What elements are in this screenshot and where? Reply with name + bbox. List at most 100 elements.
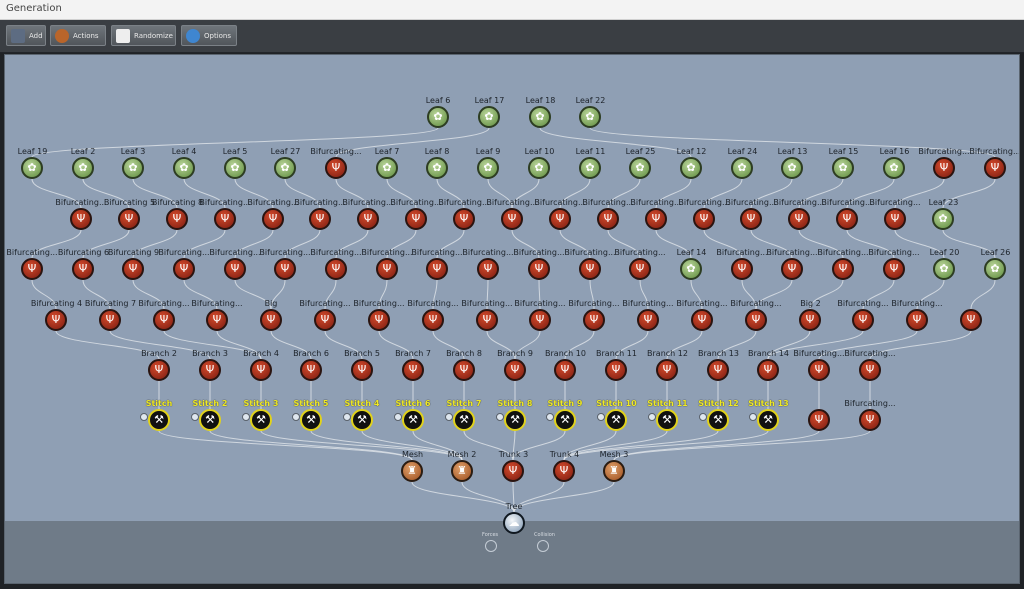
row4-node-12[interactable]: Ψ <box>629 258 651 280</box>
row7-node-7[interactable]: ⚒ <box>504 409 526 431</box>
row2-node-18[interactable]: Ψ <box>933 157 955 179</box>
row7-node-12[interactable]: ⚒ <box>757 409 779 431</box>
row5-node-10[interactable]: Ψ <box>583 309 605 331</box>
row7-node-0[interactable]: ⚒ <box>148 409 170 431</box>
row6-node-2[interactable]: Ψ <box>250 359 272 381</box>
row2-node-12[interactable]: ✿ <box>629 157 651 179</box>
row5-node-11[interactable]: Ψ <box>637 309 659 331</box>
row4-node-9[interactable]: Ψ <box>477 258 499 280</box>
node-graph-canvas[interactable]: ✿ Leaf 6 ✿ Leaf 17 ✿ Leaf 18 ✿ Leaf 22 ✿ Leaf 19 ✿… <box>4 54 1020 584</box>
row5-node-12[interactable]: Ψ <box>691 309 713 331</box>
row3-node-9[interactable]: Ψ <box>501 208 523 230</box>
row2-node-13[interactable]: ✿ <box>680 157 702 179</box>
row5-node-14[interactable]: Ψ <box>799 309 821 331</box>
info-icon[interactable] <box>242 413 250 421</box>
row8-node-4[interactable]: ♜ <box>603 460 625 482</box>
row3-node-7[interactable]: Ψ <box>405 208 427 230</box>
row2-node-6[interactable]: Ψ <box>325 157 347 179</box>
row7-node-6[interactable]: ⚒ <box>453 409 475 431</box>
add-button[interactable]: Add <box>6 25 46 46</box>
row6-node-7[interactable]: Ψ <box>504 359 526 381</box>
row7-node-2[interactable]: ⚒ <box>250 409 272 431</box>
row4-node-17[interactable]: Ψ <box>883 258 905 280</box>
row4-node-2[interactable]: Ψ <box>122 258 144 280</box>
row2-node-19[interactable]: Ψ <box>984 157 1006 179</box>
row3-node-6[interactable]: Ψ <box>357 208 379 230</box>
row7-node-8[interactable]: ⚒ <box>554 409 576 431</box>
info-icon[interactable] <box>445 413 453 421</box>
row3-node-1[interactable]: Ψ <box>118 208 140 230</box>
row6-node-9[interactable]: Ψ <box>605 359 627 381</box>
row5-node-5[interactable]: Ψ <box>314 309 336 331</box>
row7-node-9[interactable]: ⚒ <box>605 409 627 431</box>
row4-node-6[interactable]: Ψ <box>325 258 347 280</box>
collision-icon[interactable] <box>537 540 549 552</box>
row6-node-10[interactable]: Ψ <box>656 359 678 381</box>
row6-node-13[interactable]: Ψ <box>808 359 830 381</box>
row3-node-2[interactable]: Ψ <box>166 208 188 230</box>
leafTop-node-2[interactable]: ✿ <box>529 106 551 128</box>
row2-node-7[interactable]: ✿ <box>376 157 398 179</box>
row5-node-0[interactable]: Ψ <box>45 309 67 331</box>
row2-node-1[interactable]: ✿ <box>72 157 94 179</box>
row7-node-4[interactable]: ⚒ <box>351 409 373 431</box>
row5-node-4[interactable]: Ψ <box>260 309 282 331</box>
row4-node-3[interactable]: Ψ <box>173 258 195 280</box>
row6-node-8[interactable]: Ψ <box>554 359 576 381</box>
row5-node-7[interactable]: Ψ <box>422 309 444 331</box>
actions-button[interactable]: Actions <box>50 25 106 46</box>
row3-node-12[interactable]: Ψ <box>645 208 667 230</box>
row5-node-1[interactable]: Ψ <box>99 309 121 331</box>
row4-node-11[interactable]: Ψ <box>579 258 601 280</box>
row4-node-4[interactable]: Ψ <box>224 258 246 280</box>
row8-node-0[interactable]: ♜ <box>401 460 423 482</box>
row5-node-15[interactable]: Ψ <box>852 309 874 331</box>
info-icon[interactable] <box>394 413 402 421</box>
row3-node-4[interactable]: Ψ <box>262 208 284 230</box>
row4-node-14[interactable]: Ψ <box>731 258 753 280</box>
row3-node-16[interactable]: Ψ <box>836 208 858 230</box>
row5-node-6[interactable]: Ψ <box>368 309 390 331</box>
row6-node-4[interactable]: Ψ <box>351 359 373 381</box>
row2-node-8[interactable]: ✿ <box>426 157 448 179</box>
row4-node-8[interactable]: Ψ <box>426 258 448 280</box>
row6-node-14[interactable]: Ψ <box>859 359 881 381</box>
row2-node-11[interactable]: ✿ <box>579 157 601 179</box>
row4-node-10[interactable]: Ψ <box>528 258 550 280</box>
row8-node-3[interactable]: Ψ <box>553 460 575 482</box>
row5-node-8[interactable]: Ψ <box>476 309 498 331</box>
row2-node-17[interactable]: ✿ <box>883 157 905 179</box>
row3-node-17[interactable]: Ψ <box>884 208 906 230</box>
row6-node-12[interactable]: Ψ <box>757 359 779 381</box>
row5-node-3[interactable]: Ψ <box>206 309 228 331</box>
info-icon[interactable] <box>546 413 554 421</box>
row4-node-13[interactable]: ✿ <box>680 258 702 280</box>
info-icon[interactable] <box>496 413 504 421</box>
info-icon[interactable] <box>699 413 707 421</box>
row5-node-17[interactable]: Ψ <box>960 309 982 331</box>
row7-node-10[interactable]: ⚒ <box>656 409 678 431</box>
row3-node-14[interactable]: Ψ <box>740 208 762 230</box>
info-icon[interactable] <box>292 413 300 421</box>
row2-node-15[interactable]: ✿ <box>781 157 803 179</box>
row2-node-0[interactable]: ✿ <box>21 157 43 179</box>
row2-node-4[interactable]: ✿ <box>224 157 246 179</box>
root-node-0[interactable]: ☁ <box>503 512 525 534</box>
row4-node-19[interactable]: ✿ <box>984 258 1006 280</box>
row4-node-15[interactable]: Ψ <box>781 258 803 280</box>
row4-node-16[interactable]: Ψ <box>832 258 854 280</box>
info-icon[interactable] <box>140 413 148 421</box>
row2-node-16[interactable]: ✿ <box>832 157 854 179</box>
row5-node-9[interactable]: Ψ <box>529 309 551 331</box>
row4-node-5[interactable]: Ψ <box>274 258 296 280</box>
row6-node-11[interactable]: Ψ <box>707 359 729 381</box>
row3-node-0[interactable]: Ψ <box>70 208 92 230</box>
row7-node-1[interactable]: ⚒ <box>199 409 221 431</box>
row6-node-3[interactable]: Ψ <box>300 359 322 381</box>
info-icon[interactable] <box>648 413 656 421</box>
row2-node-14[interactable]: ✿ <box>731 157 753 179</box>
row3-node-18[interactable]: ✿ <box>932 208 954 230</box>
row5-node-2[interactable]: Ψ <box>153 309 175 331</box>
row2-node-10[interactable]: ✿ <box>528 157 550 179</box>
row7-node-3[interactable]: ⚒ <box>300 409 322 431</box>
